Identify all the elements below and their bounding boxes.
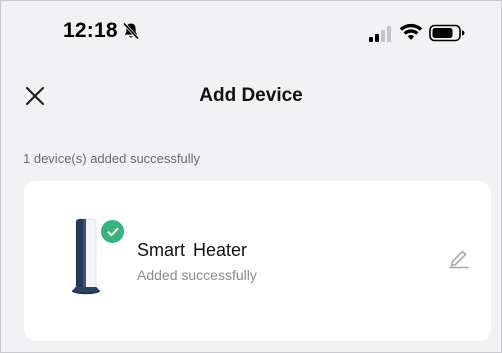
header: Add Device xyxy=(1,71,501,121)
success-badge xyxy=(99,218,126,245)
battery-icon xyxy=(429,24,465,42)
device-card[interactable]: Smart Heater Added successfully xyxy=(24,181,491,341)
status-bar: 12:18 xyxy=(1,1,501,61)
wifi-icon xyxy=(399,23,423,40)
page-title: Add Device xyxy=(199,85,303,106)
bell-slash-icon xyxy=(122,22,140,40)
status-time: 12:18 xyxy=(63,19,118,42)
app-screen: 12:18 Add Device 1 device(s) added succe… xyxy=(0,0,502,353)
edit-icon[interactable] xyxy=(448,247,470,269)
device-status: Added successfully xyxy=(137,267,257,283)
check-icon xyxy=(107,227,119,237)
device-name: Smart Heater xyxy=(137,240,248,260)
added-summary: 1 device(s) added successfully xyxy=(23,151,201,166)
signal-icon xyxy=(369,26,391,42)
